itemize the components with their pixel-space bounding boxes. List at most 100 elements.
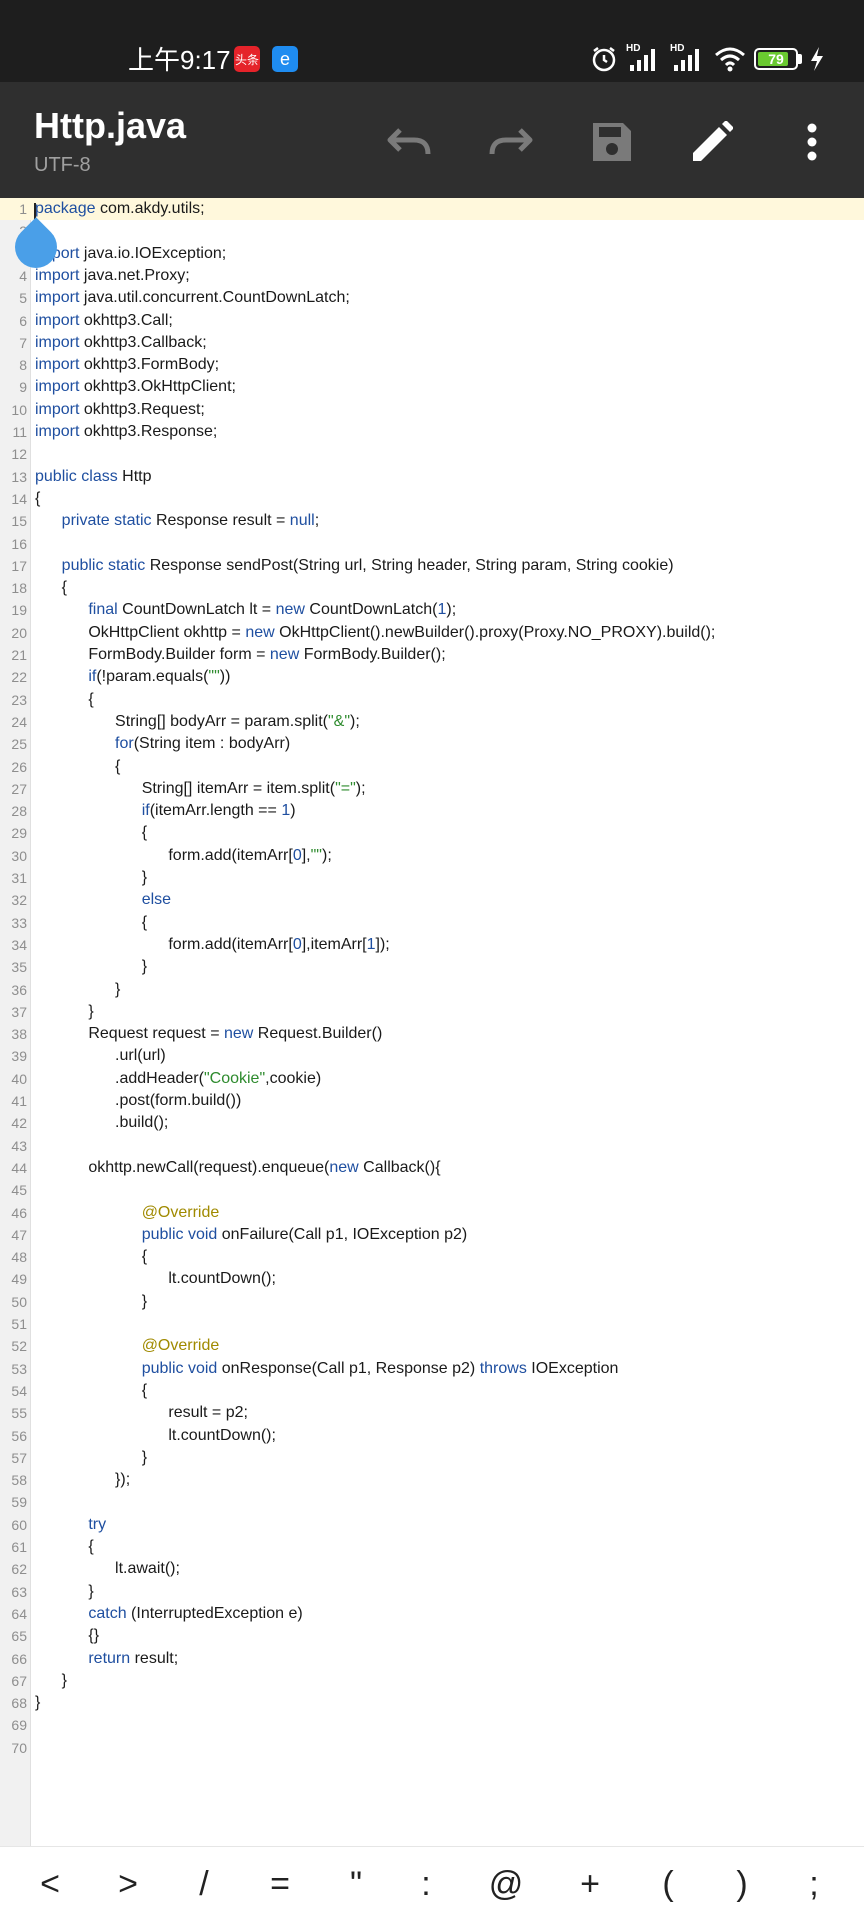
- code-line[interactable]: 29 {: [0, 822, 864, 844]
- code-line[interactable]: 68}: [0, 1692, 864, 1714]
- code-text[interactable]: @Override: [35, 1202, 220, 1224]
- code-line[interactable]: 21 FormBody.Builder form = new FormBody.…: [0, 644, 864, 666]
- code-text[interactable]: import java.net.Proxy;: [35, 265, 190, 287]
- code-text[interactable]: public void onFailure(Call p1, IOExcepti…: [35, 1224, 468, 1246]
- code-line[interactable]: 34 form.add(itemArr[0],itemArr[1]);: [0, 934, 864, 956]
- code-text[interactable]: import java.io.IOException;: [35, 243, 226, 265]
- code-line[interactable]: 60 try: [0, 1514, 864, 1536]
- code-text[interactable]: catch (InterruptedException e): [35, 1603, 302, 1625]
- code-line[interactable]: 38 Request request = new Request.Builder…: [0, 1023, 864, 1045]
- code-text[interactable]: public class Http: [35, 466, 152, 488]
- code-line[interactable]: 57 }: [0, 1447, 864, 1469]
- code-text[interactable]: import okhttp3.Callback;: [35, 332, 207, 354]
- redo-button[interactable]: [480, 112, 540, 172]
- code-text[interactable]: }: [35, 1581, 93, 1603]
- code-line[interactable]: 33 {: [0, 912, 864, 934]
- symbol-key[interactable]: /: [176, 1859, 232, 1909]
- code-text[interactable]: FormBody.Builder form = new FormBody.Bui…: [35, 644, 445, 666]
- code-line[interactable]: 4 import java.net.Proxy;: [0, 265, 864, 287]
- code-line[interactable]: 55 result = p2;: [0, 1402, 864, 1424]
- code-text[interactable]: .url(url): [35, 1045, 166, 1067]
- code-line[interactable]: 43: [0, 1135, 864, 1157]
- code-text[interactable]: import okhttp3.FormBody;: [35, 354, 219, 376]
- code-line[interactable]: 56 lt.countDown();: [0, 1425, 864, 1447]
- code-line[interactable]: 20 OkHttpClient okhttp = new OkHttpClien…: [0, 622, 864, 644]
- code-line[interactable]: 24 String[] bodyArr = param.split("&");: [0, 711, 864, 733]
- code-line[interactable]: 7 import okhttp3.Callback;: [0, 332, 864, 354]
- code-text[interactable]: String[] bodyArr = param.split("&");: [35, 711, 360, 733]
- code-text[interactable]: import okhttp3.Response;: [35, 421, 217, 443]
- code-text[interactable]: lt.countDown();: [35, 1268, 276, 1290]
- symbol-key[interactable]: ": [328, 1859, 384, 1909]
- code-line[interactable]: 9 import okhttp3.OkHttpClient;: [0, 376, 864, 398]
- code-text[interactable]: {: [35, 756, 120, 778]
- code-text[interactable]: }: [35, 867, 147, 889]
- symbol-key[interactable]: >: [100, 1859, 156, 1909]
- code-text[interactable]: lt.countDown();: [35, 1425, 276, 1447]
- code-text[interactable]: else: [35, 889, 171, 911]
- code-editor[interactable]: 1package com.akdy.utils;23import java.io…: [0, 198, 864, 1846]
- code-text[interactable]: {: [35, 912, 147, 934]
- code-text[interactable]: }: [35, 1670, 67, 1692]
- code-text[interactable]: String[] itemArr = item.split("=");: [35, 778, 366, 800]
- code-text[interactable]: {: [35, 577, 67, 599]
- code-line[interactable]: 66 return result;: [0, 1648, 864, 1670]
- code-line[interactable]: 61 {: [0, 1536, 864, 1558]
- code-line[interactable]: 32 else: [0, 889, 864, 911]
- code-text[interactable]: {: [35, 689, 93, 711]
- code-line[interactable]: 42 .build();: [0, 1112, 864, 1134]
- code-text[interactable]: okhttp.newCall(request).enqueue(new Call…: [35, 1157, 440, 1179]
- code-text[interactable]: import java.util.concurrent.CountDownLat…: [35, 287, 350, 309]
- code-text[interactable]: }: [35, 1692, 40, 1714]
- code-text[interactable]: form.add(itemArr[0],"");: [35, 845, 331, 867]
- code-line[interactable]: 47 public void onFailure(Call p1, IOExce…: [0, 1224, 864, 1246]
- code-line[interactable]: 39 .url(url): [0, 1045, 864, 1067]
- code-text[interactable]: }: [35, 1447, 147, 1469]
- code-line[interactable]: 67 }: [0, 1670, 864, 1692]
- code-line[interactable]: 54 {: [0, 1380, 864, 1402]
- code-text[interactable]: {: [35, 488, 40, 510]
- code-text[interactable]: }: [35, 1291, 147, 1313]
- code-line[interactable]: 65 {}: [0, 1625, 864, 1647]
- code-text[interactable]: OkHttpClient okhttp = new OkHttpClient()…: [35, 622, 715, 644]
- code-line[interactable]: 30 form.add(itemArr[0],"");: [0, 845, 864, 867]
- code-line[interactable]: 5 import java.util.concurrent.CountDownLa…: [0, 287, 864, 309]
- code-line[interactable]: 37 }: [0, 1001, 864, 1023]
- code-line[interactable]: 19 final CountDownLatch lt = new CountDo…: [0, 599, 864, 621]
- code-text[interactable]: }: [35, 1001, 93, 1023]
- code-text[interactable]: if(!param.equals("")): [35, 666, 230, 688]
- code-line[interactable]: 2: [0, 220, 864, 242]
- code-line[interactable]: 26 {: [0, 756, 864, 778]
- code-text[interactable]: {}: [35, 1625, 99, 1647]
- code-line[interactable]: 64 catch (InterruptedException e): [0, 1603, 864, 1625]
- symbol-key[interactable]: +: [562, 1859, 618, 1909]
- code-text[interactable]: package com.akdy.utils;: [35, 198, 205, 220]
- code-text[interactable]: {: [35, 1246, 147, 1268]
- symbol-key[interactable]: <: [22, 1859, 78, 1909]
- symbol-key[interactable]: (: [640, 1859, 696, 1909]
- code-line[interactable]: 48 {: [0, 1246, 864, 1268]
- code-line[interactable]: 15 private static Response result = null…: [0, 510, 864, 532]
- code-line[interactable]: 46 @Override: [0, 1202, 864, 1224]
- symbol-key[interactable]: ): [714, 1859, 770, 1909]
- symbol-key[interactable]: :: [398, 1859, 454, 1909]
- code-line[interactable]: 35 }: [0, 956, 864, 978]
- code-line[interactable]: 49 lt.countDown();: [0, 1268, 864, 1290]
- code-line[interactable]: 22 if(!param.equals("")): [0, 666, 864, 688]
- code-line[interactable]: 13 public class Http: [0, 466, 864, 488]
- edit-button[interactable]: [682, 112, 742, 172]
- code-line[interactable]: 14 {: [0, 488, 864, 510]
- code-text[interactable]: return result;: [35, 1648, 178, 1670]
- code-text[interactable]: private static Response result = null;: [35, 510, 319, 532]
- code-line[interactable]: 53 public void onResponse(Call p1, Respo…: [0, 1358, 864, 1380]
- code-line[interactable]: 17 public static Response sendPost(Strin…: [0, 555, 864, 577]
- code-text[interactable]: import okhttp3.Call;: [35, 310, 173, 332]
- overflow-menu-button[interactable]: [782, 112, 842, 172]
- code-text[interactable]: import okhttp3.Request;: [35, 399, 205, 421]
- code-line[interactable]: 8 import okhttp3.FormBody;: [0, 354, 864, 376]
- code-text[interactable]: Request request = new Request.Builder(): [35, 1023, 382, 1045]
- code-line[interactable]: 3import java.io.IOException;: [0, 243, 864, 265]
- code-line[interactable]: 40 .addHeader("Cookie",cookie): [0, 1068, 864, 1090]
- code-line[interactable]: 18 {: [0, 577, 864, 599]
- code-text[interactable]: }: [35, 956, 147, 978]
